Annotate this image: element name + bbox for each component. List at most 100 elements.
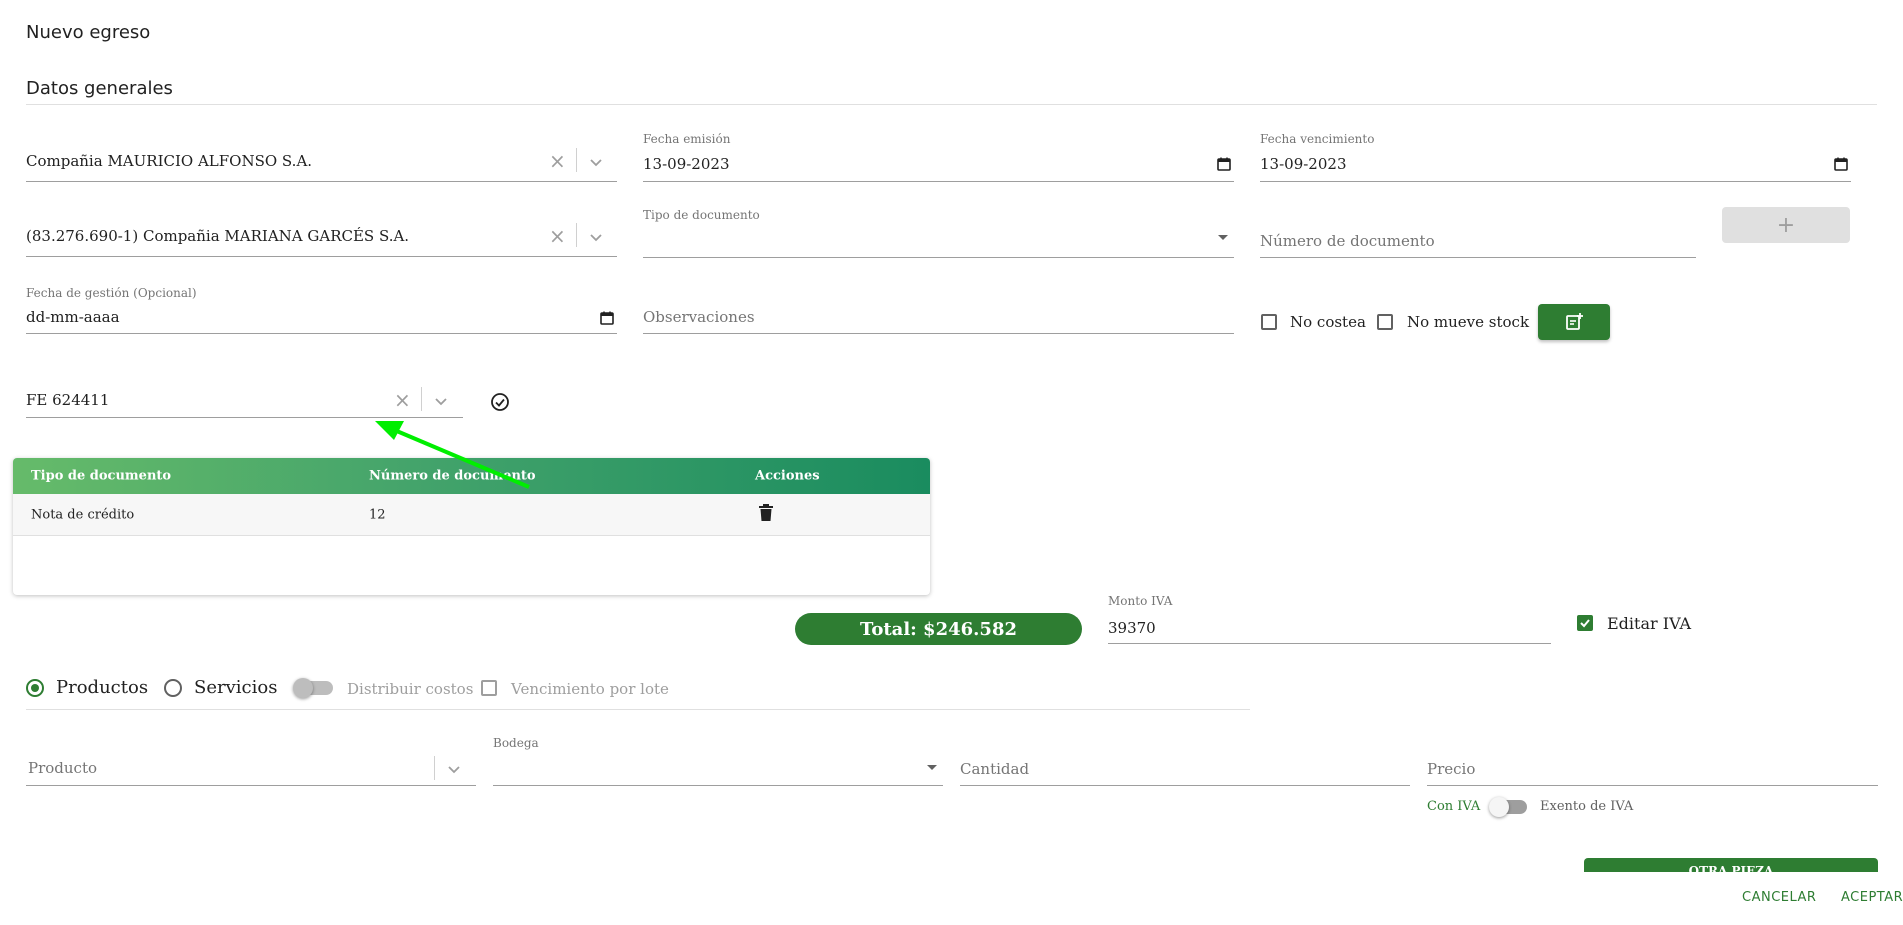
product-underline: [26, 785, 476, 786]
quantity-placeholder: Cantidad: [960, 760, 1030, 778]
mgmt-date-value: dd-mm-aaaa: [26, 308, 120, 326]
product-placeholder: Producto: [28, 759, 98, 777]
distribuir-costos-label: Distribuir costos: [347, 680, 474, 698]
due-date-underline: [1260, 181, 1851, 182]
warehouse-label: Bodega: [493, 736, 539, 750]
mgmt-date-underline: [26, 333, 617, 334]
vencimiento-lote-checkbox[interactable]: [481, 680, 497, 696]
note-add-icon: [1566, 313, 1583, 330]
issue-date-underline: [643, 181, 1234, 182]
annotation-arrow-head: [375, 421, 404, 440]
price-placeholder: Precio: [1427, 760, 1476, 778]
cancel-button[interactable]: CANCELAR: [1742, 890, 1816, 905]
doc-number-input[interactable]: Número de documento: [1260, 226, 1696, 258]
total-badge: Total: $246.582: [795, 613, 1082, 645]
productos-radio[interactable]: [26, 679, 44, 697]
accept-button[interactable]: ACEPTAR: [1841, 890, 1903, 905]
iva-value: 39370: [1108, 619, 1156, 637]
issue-date-value: 13-09-2023: [643, 155, 730, 173]
supplier-underline: [26, 256, 617, 257]
price-underline: [1427, 785, 1878, 786]
supplier-value: (83.276.690-1) Compañia MARIANA GARCÉS S…: [26, 227, 410, 245]
issue-date-label: Fecha emisión: [643, 132, 731, 146]
clear-icon[interactable]: ×: [394, 390, 411, 410]
price-input[interactable]: Precio: [1427, 754, 1878, 786]
page-title: Nuevo egreso: [26, 22, 151, 43]
observations-underline: [643, 333, 1234, 334]
product-select[interactable]: Producto: [26, 752, 476, 786]
clear-icon[interactable]: ×: [549, 226, 566, 246]
company-select[interactable]: Compañia MAURICIO ALFONSO S.A. ×: [26, 146, 617, 182]
doc-type-select[interactable]: Tipo de documento: [643, 208, 1234, 258]
dropdown-arrow-icon[interactable]: [1217, 234, 1229, 242]
company-underline: [26, 181, 617, 182]
con-iva-label: Con IVA: [1427, 799, 1481, 814]
check-icon: [1580, 619, 1590, 628]
edit-iva-checkbox[interactable]: [1577, 615, 1593, 631]
item-type-underline: [26, 709, 1250, 710]
chevron-down-icon[interactable]: [433, 393, 449, 409]
table-row: Nota de crédito 12: [13, 494, 930, 536]
section-title: Datos generales: [26, 78, 173, 99]
check-circle-icon[interactable]: [490, 392, 510, 412]
observations-input[interactable]: Observaciones: [643, 302, 1234, 334]
table-header: Tipo de documento Número de documento Ac…: [13, 458, 930, 494]
header-acciones: Acciones: [755, 468, 820, 484]
trash-icon[interactable]: [758, 504, 774, 522]
servicios-radio[interactable]: [164, 679, 182, 697]
cell-numero: 12: [369, 507, 386, 522]
edit-iva-label: Editar IVA: [1607, 614, 1692, 633]
reference-value: FE 624411: [26, 391, 110, 409]
other-piece-button[interactable]: OTRA PIEZA: [1584, 858, 1878, 872]
chevron-down-icon[interactable]: [588, 154, 604, 170]
clear-icon[interactable]: ×: [549, 151, 566, 171]
chevron-down-icon[interactable]: [588, 229, 604, 245]
issue-date-field[interactable]: Fecha emisión 13-09-2023: [643, 132, 1234, 182]
note-add-button[interactable]: [1538, 304, 1610, 340]
header-tipo: Tipo de documento: [31, 468, 172, 484]
add-document-button[interactable]: +: [1722, 207, 1850, 243]
iva-field[interactable]: Monto IVA 39370: [1108, 594, 1551, 644]
due-date-field[interactable]: Fecha vencimiento 13-09-2023: [1260, 132, 1851, 182]
toggle-knob: [1489, 797, 1509, 817]
reference-select[interactable]: FE 624411 ×: [26, 386, 463, 418]
iva-exempt-toggle[interactable]: [1489, 797, 1529, 817]
no-mueve-stock-label: No mueve stock: [1407, 313, 1530, 331]
select-separator: [421, 387, 422, 411]
toggle-knob: [293, 678, 313, 698]
vencimiento-lote-label: Vencimiento por lote: [511, 680, 669, 698]
iva-underline: [1108, 643, 1551, 644]
reference-underline: [26, 417, 463, 418]
header-numero: Número de documento: [369, 468, 536, 484]
warehouse-select[interactable]: Bodega: [493, 736, 943, 786]
calendar-icon[interactable]: [1217, 157, 1231, 171]
calendar-icon[interactable]: [600, 311, 614, 325]
due-date-label: Fecha vencimiento: [1260, 132, 1375, 146]
section-divider: [26, 104, 1877, 105]
no-costea-label: No costea: [1290, 313, 1366, 331]
doc-number-placeholder: Número de documento: [1260, 232, 1435, 250]
due-date-value: 13-09-2023: [1260, 155, 1347, 173]
select-separator: [576, 223, 577, 247]
company-value: Compañia MAURICIO ALFONSO S.A.: [26, 152, 313, 170]
select-separator: [576, 148, 577, 172]
chevron-down-icon[interactable]: [446, 761, 462, 777]
doc-type-label: Tipo de documento: [643, 208, 760, 222]
documents-table: Tipo de documento Número de documento Ac…: [13, 458, 930, 595]
supplier-select[interactable]: (83.276.690-1) Compañia MARIANA GARCÉS S…: [26, 221, 617, 257]
iva-label: Monto IVA: [1108, 594, 1173, 608]
warehouse-underline: [493, 785, 943, 786]
no-mueve-stock-checkbox[interactable]: [1377, 314, 1393, 330]
calendar-icon[interactable]: [1834, 157, 1848, 171]
cell-tipo: Nota de crédito: [31, 507, 135, 522]
doc-type-underline: [643, 257, 1234, 258]
observations-placeholder: Observaciones: [643, 308, 755, 326]
mgmt-date-label: Fecha de gestión (Opcional): [26, 286, 197, 300]
productos-label: Productos: [56, 677, 149, 698]
distribuir-costos-toggle[interactable]: [293, 678, 337, 698]
no-costea-checkbox[interactable]: [1261, 314, 1277, 330]
quantity-input[interactable]: Cantidad: [960, 754, 1410, 786]
mgmt-date-field[interactable]: Fecha de gestión (Opcional) dd-mm-aaaa: [26, 286, 617, 334]
dropdown-arrow-icon[interactable]: [926, 764, 938, 772]
exento-iva-label: Exento de IVA: [1540, 799, 1634, 814]
